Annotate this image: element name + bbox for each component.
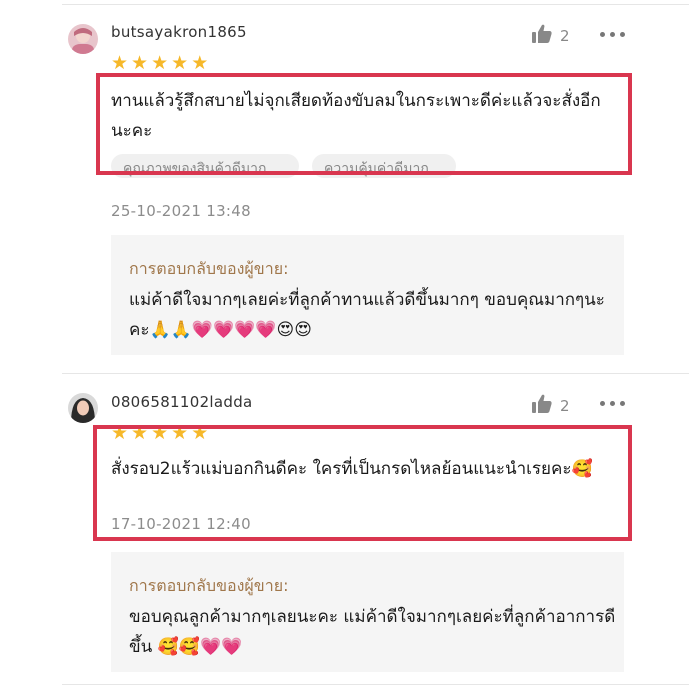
thumbs-up-icon[interactable]	[532, 24, 552, 47]
seller-reply: การตอบกลับของผู้ขาย: ขอบคุณลูกค้ามากๆเลย…	[111, 552, 624, 672]
more-dots-icon[interactable]	[600, 32, 625, 37]
review-date: 17-10-2021 12:40	[111, 515, 251, 533]
review-item: butsayakron1865 2 ★ ★ ★ ★ ★ ทานแล้วรู้สึ…	[0, 0, 689, 370]
username[interactable]: 0806581102ladda	[111, 393, 253, 411]
avatar[interactable]	[68, 24, 98, 54]
thumbs-up-icon[interactable]	[532, 394, 552, 417]
seller-reply: การตอบกลับของผู้ขาย: แม่ค้าดีใจมากๆเลยค่…	[111, 235, 624, 355]
username[interactable]: butsayakron1865	[111, 23, 247, 41]
like-button[interactable]: 2	[532, 24, 570, 47]
bottom-divider	[62, 684, 689, 685]
like-count: 2	[560, 26, 570, 45]
highlight-box	[96, 73, 632, 175]
seller-reply-title: การตอบกลับของผู้ขาย:	[129, 576, 289, 595]
like-count: 2	[560, 396, 570, 415]
avatar[interactable]	[68, 393, 98, 423]
star-icon: ★	[111, 52, 129, 74]
more-dots-icon[interactable]	[600, 401, 625, 406]
star-rating: ★ ★ ★ ★ ★	[111, 54, 208, 73]
review-item: 0806581102ladda 2 ★ ★ ★ ★ ★ สั่งรอบ2แร้ว…	[0, 370, 689, 689]
seller-reply-text: แม่ค้าดีใจมากๆเลยค่ะที่ลูกค้าทานแล้วดีขึ…	[129, 290, 605, 340]
star-icon: ★	[191, 52, 209, 74]
seller-reply-text: ขอบคุณลูกค้ามากๆเลยนะคะ แม่ค้าดีใจมากๆเล…	[129, 607, 616, 657]
star-icon: ★	[171, 52, 189, 74]
star-icon: ★	[151, 52, 169, 74]
review-date: 25-10-2021 13:48	[111, 202, 251, 220]
like-button[interactable]: 2	[532, 394, 570, 417]
star-icon: ★	[131, 52, 149, 74]
seller-reply-title: การตอบกลับของผู้ขาย:	[129, 259, 289, 278]
